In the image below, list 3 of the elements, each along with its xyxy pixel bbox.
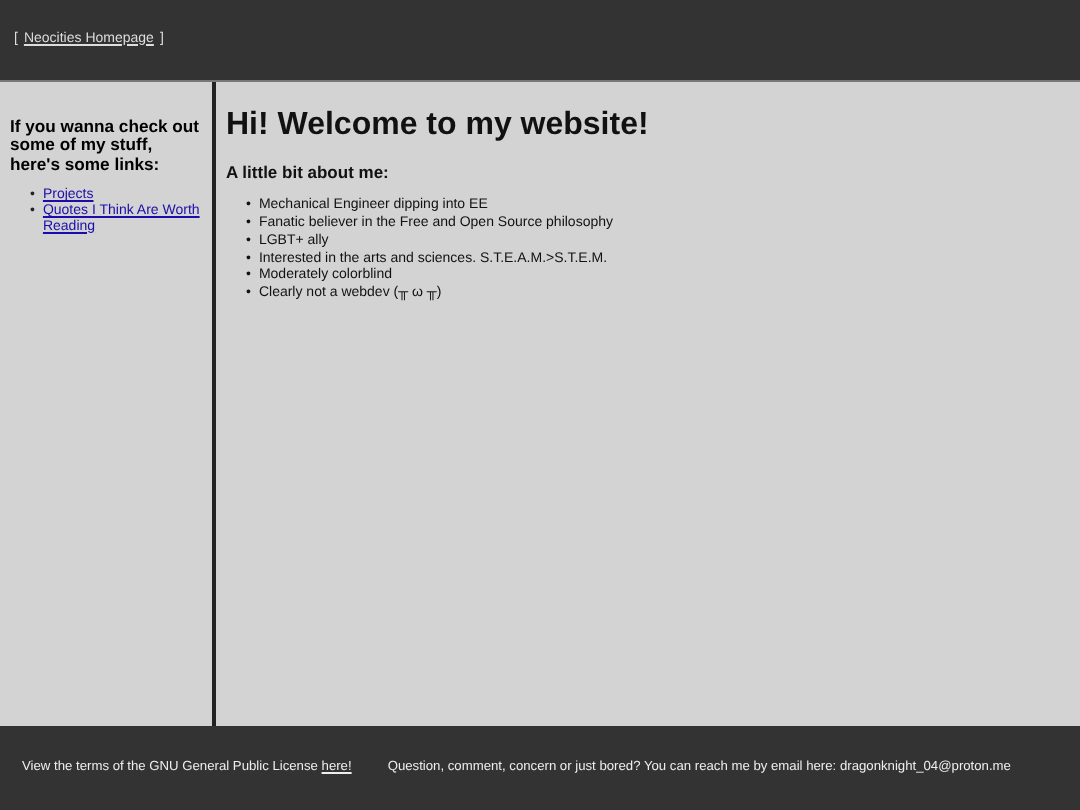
page-title: Hi! Welcome to my website!: [226, 106, 651, 145]
section-heading: A little bit about me:: [226, 162, 391, 183]
sidebar-heading: If you wanna check out some of my stuff, here's some links:: [10, 118, 202, 175]
